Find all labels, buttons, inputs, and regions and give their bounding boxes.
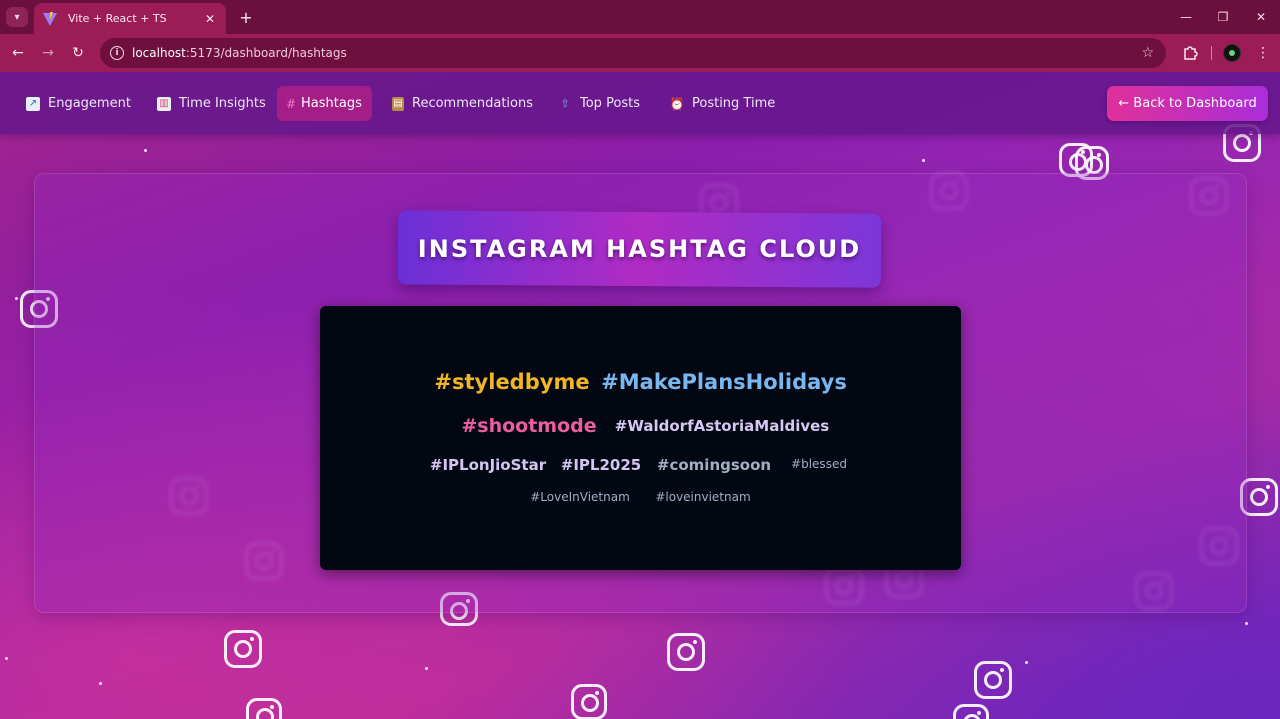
site-info-icon[interactable]: i [110,46,124,60]
chart-increasing-icon: ↗ [26,96,40,111]
hashtag-item[interactable]: #blessed [791,457,847,471]
tab-posting-time[interactable]: ⏰ Posting Time [660,86,785,121]
chevron-down-icon: ▾ [14,11,20,23]
tab-recommendations-label: Recommendations [412,96,534,111]
star-dot [1245,622,1248,625]
browser-tab[interactable]: Vite + React + TS ✕ [34,3,226,34]
tab-hashtags[interactable]: # Hashtags [277,86,372,121]
tab-posting-time-label: Posting Time [692,96,776,111]
hashtag-item[interactable]: #shootmode [461,415,596,437]
hashtag-item[interactable]: #loveinvietnam [655,490,750,504]
hashtag-item[interactable]: #comingsoon [657,456,771,474]
star-dot [922,159,925,162]
forward-nav-button[interactable]: → [38,43,58,63]
url-host: localhost [132,46,186,60]
star-dot [99,682,102,685]
tab-engagement[interactable]: ↗ Engagement [16,86,141,121]
star-dot [5,657,8,660]
tab-recommendations[interactable]: ▤ Recommendations [382,86,543,121]
restore-button[interactable]: ❐ [1212,6,1234,28]
hash-icon: # [285,96,297,111]
bar-chart-icon: ▥ [157,96,171,111]
star-dot [15,297,18,300]
alarm-clock-icon: ⏰ [669,96,685,111]
tab-hashtags-label: Hashtags [301,96,362,111]
title-card: INSTAGRAM HASHTAG CLOUD [397,210,882,288]
hashtag-item[interactable]: #IPLonJioStar [430,456,546,474]
tab-time-insights-label: Time Insights [179,96,266,111]
tab-engagement-label: Engagement [48,96,131,111]
bookmark-star-icon[interactable]: ☆ [1141,45,1154,61]
hashtag-item[interactable]: #IPL2025 [561,456,641,474]
address-bar[interactable]: i localhost:5173/dashboard/hashtags ☆ [100,38,1166,68]
browser-titlebar: ▾ Vite + React + TS ✕ + — ❐ ✕ [0,0,1280,34]
star-dot [1025,661,1028,664]
hashtag-cloud: #styledbyme #MakePlansHolidays #shootmod… [320,306,961,570]
new-tab-button[interactable]: + [236,7,256,27]
dashboard-nav: ↗ Engagement ▥ Time Insights # Hashtags … [0,72,1280,134]
url-text[interactable]: localhost:5173/dashboard/hashtags [132,46,1141,60]
tab-top-posts[interactable]: ⇧ Top Posts [548,86,650,121]
top-arrow-icon: ⇧ [560,97,570,110]
instagram-icon [246,698,282,719]
hashtag-item[interactable]: #WaldorfAstoriaMaldives [615,417,829,435]
profile-avatar[interactable] [1223,44,1241,62]
close-window-button[interactable]: ✕ [1250,6,1272,28]
page-title: INSTAGRAM HASHTAG CLOUD [417,235,862,263]
clipboard-icon: ▤ [392,96,404,111]
toolbar-divider [1211,46,1212,60]
instagram-icon [667,633,705,671]
instagram-icon [974,661,1012,699]
hashtag-item[interactable]: #styledbyme [434,370,589,394]
extensions-puzzle-icon[interactable] [1180,43,1200,63]
instagram-icon [571,684,607,719]
back-to-dashboard-button[interactable]: ← Back to Dashboard [1107,86,1268,121]
reload-button[interactable]: ↻ [68,43,88,63]
browser-menu-icon[interactable]: ⋮ [1254,43,1272,63]
browser-toolbar: ← → ↻ i localhost:5173/dashboard/hashtag… [0,34,1280,72]
page-viewport: ↗ Engagement ▥ Time Insights # Hashtags … [0,72,1280,719]
hashtag-item[interactable]: #LoveInVietnam [530,490,630,504]
hashtag-item[interactable]: #MakePlansHolidays [601,370,847,394]
star-dot [425,667,428,670]
tab-search-button[interactable]: ▾ [6,7,28,27]
tab-close-icon[interactable]: ✕ [202,12,218,26]
vite-favicon-icon [42,11,58,27]
instagram-icon [953,704,989,719]
star-dot [144,149,147,152]
minimize-button[interactable]: — [1175,6,1197,28]
url-path: :5173/dashboard/hashtags [185,46,347,60]
back-nav-button[interactable]: ← [8,43,28,63]
instagram-icon [224,630,262,668]
tab-time-insights[interactable]: ▥ Time Insights [147,86,276,121]
tab-top-posts-label: Top Posts [580,96,641,111]
tab-title: Vite + React + TS [68,12,167,25]
